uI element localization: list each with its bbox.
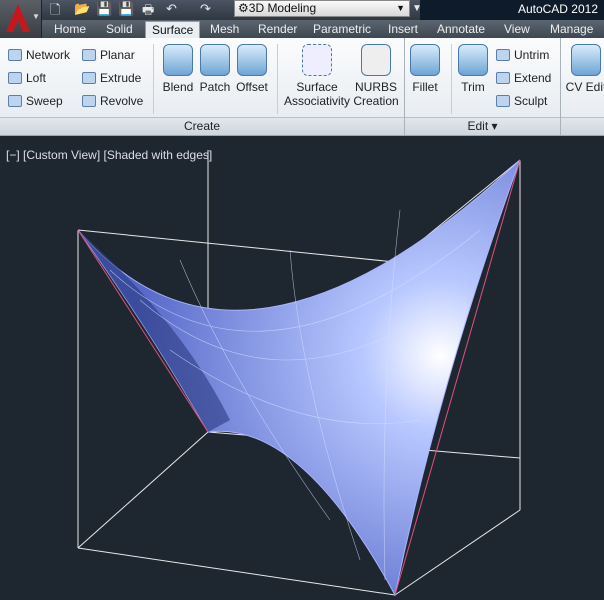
- patch-icon: [200, 44, 230, 76]
- ribbon-tabs: Home Solid Surface Mesh Render Parametri…: [42, 20, 604, 38]
- nurbs-creation-button[interactable]: NURBS Creation: [352, 44, 400, 108]
- surface: [77, 159, 521, 597]
- divider: [451, 44, 452, 114]
- divider: [153, 44, 154, 114]
- offset-button[interactable]: Offset: [234, 44, 270, 94]
- divider: [277, 44, 278, 114]
- tab-annotate[interactable]: Annotate: [437, 21, 485, 38]
- panel-create-title: Create: [0, 117, 404, 135]
- tab-view[interactable]: View: [504, 21, 530, 38]
- tab-home[interactable]: Home: [54, 21, 86, 38]
- ribbon: Network Loft Sweep Planar Extrude Revolv…: [0, 38, 604, 136]
- open-icon[interactable]: 📂: [74, 1, 90, 17]
- surface-associativity-button[interactable]: Surface Associativity: [282, 44, 352, 108]
- drawing-viewport[interactable]: [−] [Custom View] [Shaded with edges]: [0, 140, 604, 600]
- chevron-down-icon: ▼: [396, 3, 405, 13]
- tab-solid[interactable]: Solid: [106, 21, 133, 38]
- patch-button[interactable]: Patch: [198, 44, 232, 94]
- loft-button[interactable]: Loft: [8, 69, 46, 87]
- tab-mesh[interactable]: Mesh: [210, 21, 239, 38]
- network-button[interactable]: Network: [8, 46, 70, 64]
- app-title: AutoCAD 2012: [420, 0, 604, 20]
- chevron-down-icon: ▼: [32, 12, 40, 21]
- cv-edit-button[interactable]: CV Edit: [564, 44, 604, 94]
- save-as-icon[interactable]: 💾: [118, 1, 134, 17]
- workspace-name: 3D Modeling: [248, 1, 317, 15]
- tab-manage[interactable]: Manage: [550, 21, 593, 38]
- planar-button[interactable]: Planar: [82, 46, 135, 64]
- tab-parametric[interactable]: Parametric: [313, 21, 371, 38]
- blend-button[interactable]: Blend: [161, 44, 195, 94]
- panel-edit-title[interactable]: Edit ▾: [405, 117, 560, 135]
- trim-icon: [458, 44, 488, 76]
- sweep-button[interactable]: Sweep: [8, 92, 63, 110]
- offset-icon: [237, 44, 267, 76]
- save-icon[interactable]: 💾: [96, 1, 112, 17]
- tab-surface[interactable]: Surface: [145, 21, 201, 38]
- associativity-icon: [302, 44, 332, 76]
- fillet-button[interactable]: Fillet: [408, 44, 442, 94]
- extrude-button[interactable]: Extrude: [82, 69, 141, 87]
- undo-icon[interactable]: ↶: [166, 1, 177, 17]
- fillet-icon: [410, 44, 440, 76]
- application-menu-button[interactable]: ▼: [0, 0, 42, 38]
- tab-insert[interactable]: Insert: [388, 21, 418, 38]
- cv-edit-icon: [571, 44, 601, 76]
- tab-render[interactable]: Render: [258, 21, 297, 38]
- revolve-button[interactable]: Revolve: [82, 92, 143, 110]
- nurbs-icon: [361, 44, 391, 76]
- trim-button[interactable]: Trim: [456, 44, 490, 94]
- autocad-logo-icon: [6, 4, 30, 32]
- extend-button[interactable]: Extend: [496, 69, 551, 87]
- panel-title: [561, 117, 604, 135]
- untrim-button[interactable]: Untrim: [496, 46, 549, 64]
- 3d-surface-model: [77, 150, 521, 597]
- gear-icon: ⚙: [238, 1, 249, 15]
- blend-icon: [163, 44, 193, 76]
- redo-icon[interactable]: ↷: [200, 1, 211, 17]
- viewport-controls-label[interactable]: [−] [Custom View] [Shaded with edges]: [6, 148, 212, 162]
- sculpt-button[interactable]: Sculpt: [496, 92, 547, 110]
- workspace-dropdown[interactable]: ⚙3D Modeling ▼: [234, 0, 410, 17]
